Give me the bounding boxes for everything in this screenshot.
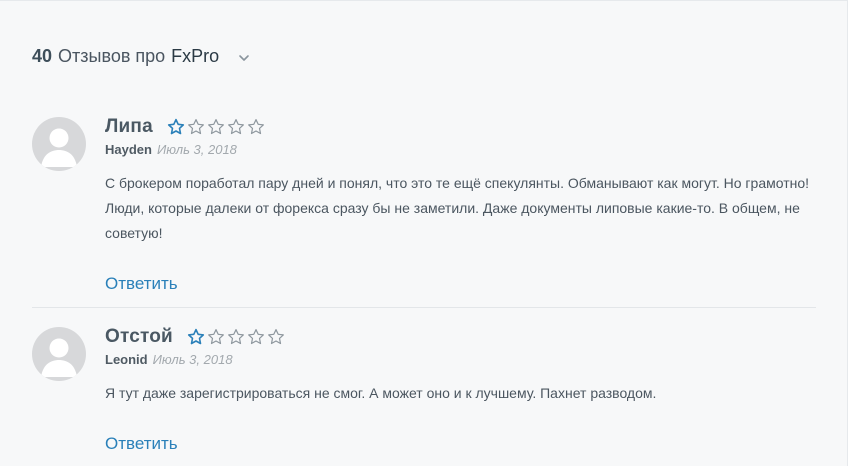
star-empty-icon [227,118,245,136]
reply-link[interactable]: Ответить [105,274,178,294]
star-empty-icon [227,328,245,346]
avatar [32,327,86,381]
avatar [32,117,86,171]
star-filled-icon [187,328,205,346]
star-empty-icon [267,328,285,346]
star-empty-icon [247,328,265,346]
review-author: Hayden [105,142,152,157]
reviews-header[interactable]: 40 Отзывов про FxPro [32,43,251,69]
review-text: С брокером поработал пару дней и понял, … [105,175,810,241]
review-meta: Hayden Июль 3, 2018 [105,142,237,157]
star-empty-icon [187,118,205,136]
reviews-panel: 40 Отзывов про FxPro Липа Hayden Июль 3,… [0,0,848,466]
review-text: Я тут даже зарегистрироваться не смог. А… [105,385,657,401]
chevron-down-icon[interactable] [237,49,251,63]
review-title: Липа [105,116,153,137]
review-author: Leonid [105,352,148,367]
review-date: Июль 3, 2018 [152,352,233,367]
star-empty-icon [207,328,225,346]
reply-link[interactable]: Ответить [105,434,178,454]
review-item: Липа Hayden Июль 3, 2018 С брокером пора… [32,113,816,308]
star-rating [167,118,265,136]
review-date: Июль 3, 2018 [156,142,237,157]
review-item: Отстой Leonid Июль 3, 2018 Я тут даже за… [32,323,816,467]
star-rating [187,328,285,346]
review-title-row: Липа [105,115,265,139]
review-title: Отстой [105,326,173,347]
broker-name: FxPro [171,45,220,66]
star-empty-icon [207,118,225,136]
review-meta: Leonid Июль 3, 2018 [105,352,233,367]
review-title-row: Отстой [105,325,285,349]
star-filled-icon [167,118,185,136]
reviews-count: 40 [32,45,53,66]
star-empty-icon [247,118,265,136]
reviews-header-text: Отзывов про [58,45,166,66]
